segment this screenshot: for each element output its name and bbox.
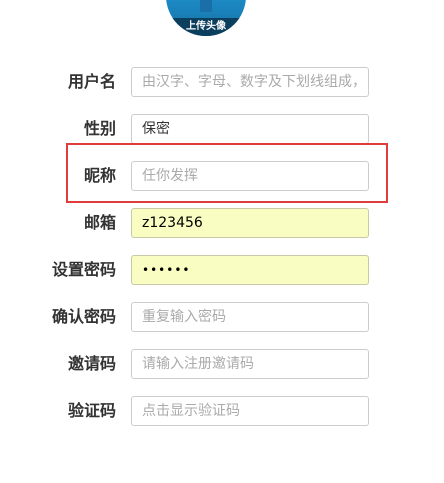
password-input[interactable]: ••••••	[131, 255, 369, 285]
email-value: z123456	[142, 215, 203, 231]
username-label: 用户名	[67, 72, 116, 91]
captcha-label: 验证码	[67, 401, 116, 420]
gender-label: 性别	[83, 119, 116, 138]
upload-avatar-button[interactable]: 上传头像	[166, 0, 246, 36]
confirm-password-label: 确认密码	[51, 307, 116, 326]
avatar-caption: 上传头像	[186, 21, 226, 32]
password-value: ••••••	[142, 263, 191, 277]
email-label: 邮箱	[83, 213, 116, 232]
invite-code-input[interactable]	[131, 349, 369, 379]
captcha-input[interactable]	[131, 396, 369, 426]
nickname-input[interactable]	[131, 161, 369, 191]
invite-code-label: 邀请码	[67, 354, 116, 373]
gender-select[interactable]: 保密	[131, 114, 369, 144]
avatar-caption-band: 上传头像	[166, 18, 246, 36]
email-input[interactable]: z123456	[131, 208, 369, 238]
nickname-label: 昵称	[83, 166, 116, 185]
username-input[interactable]	[131, 67, 369, 97]
gender-value: 保密	[142, 121, 170, 137]
confirm-password-input[interactable]	[131, 302, 369, 332]
avatar-image	[200, 0, 212, 12]
password-label: 设置密码	[51, 260, 116, 279]
